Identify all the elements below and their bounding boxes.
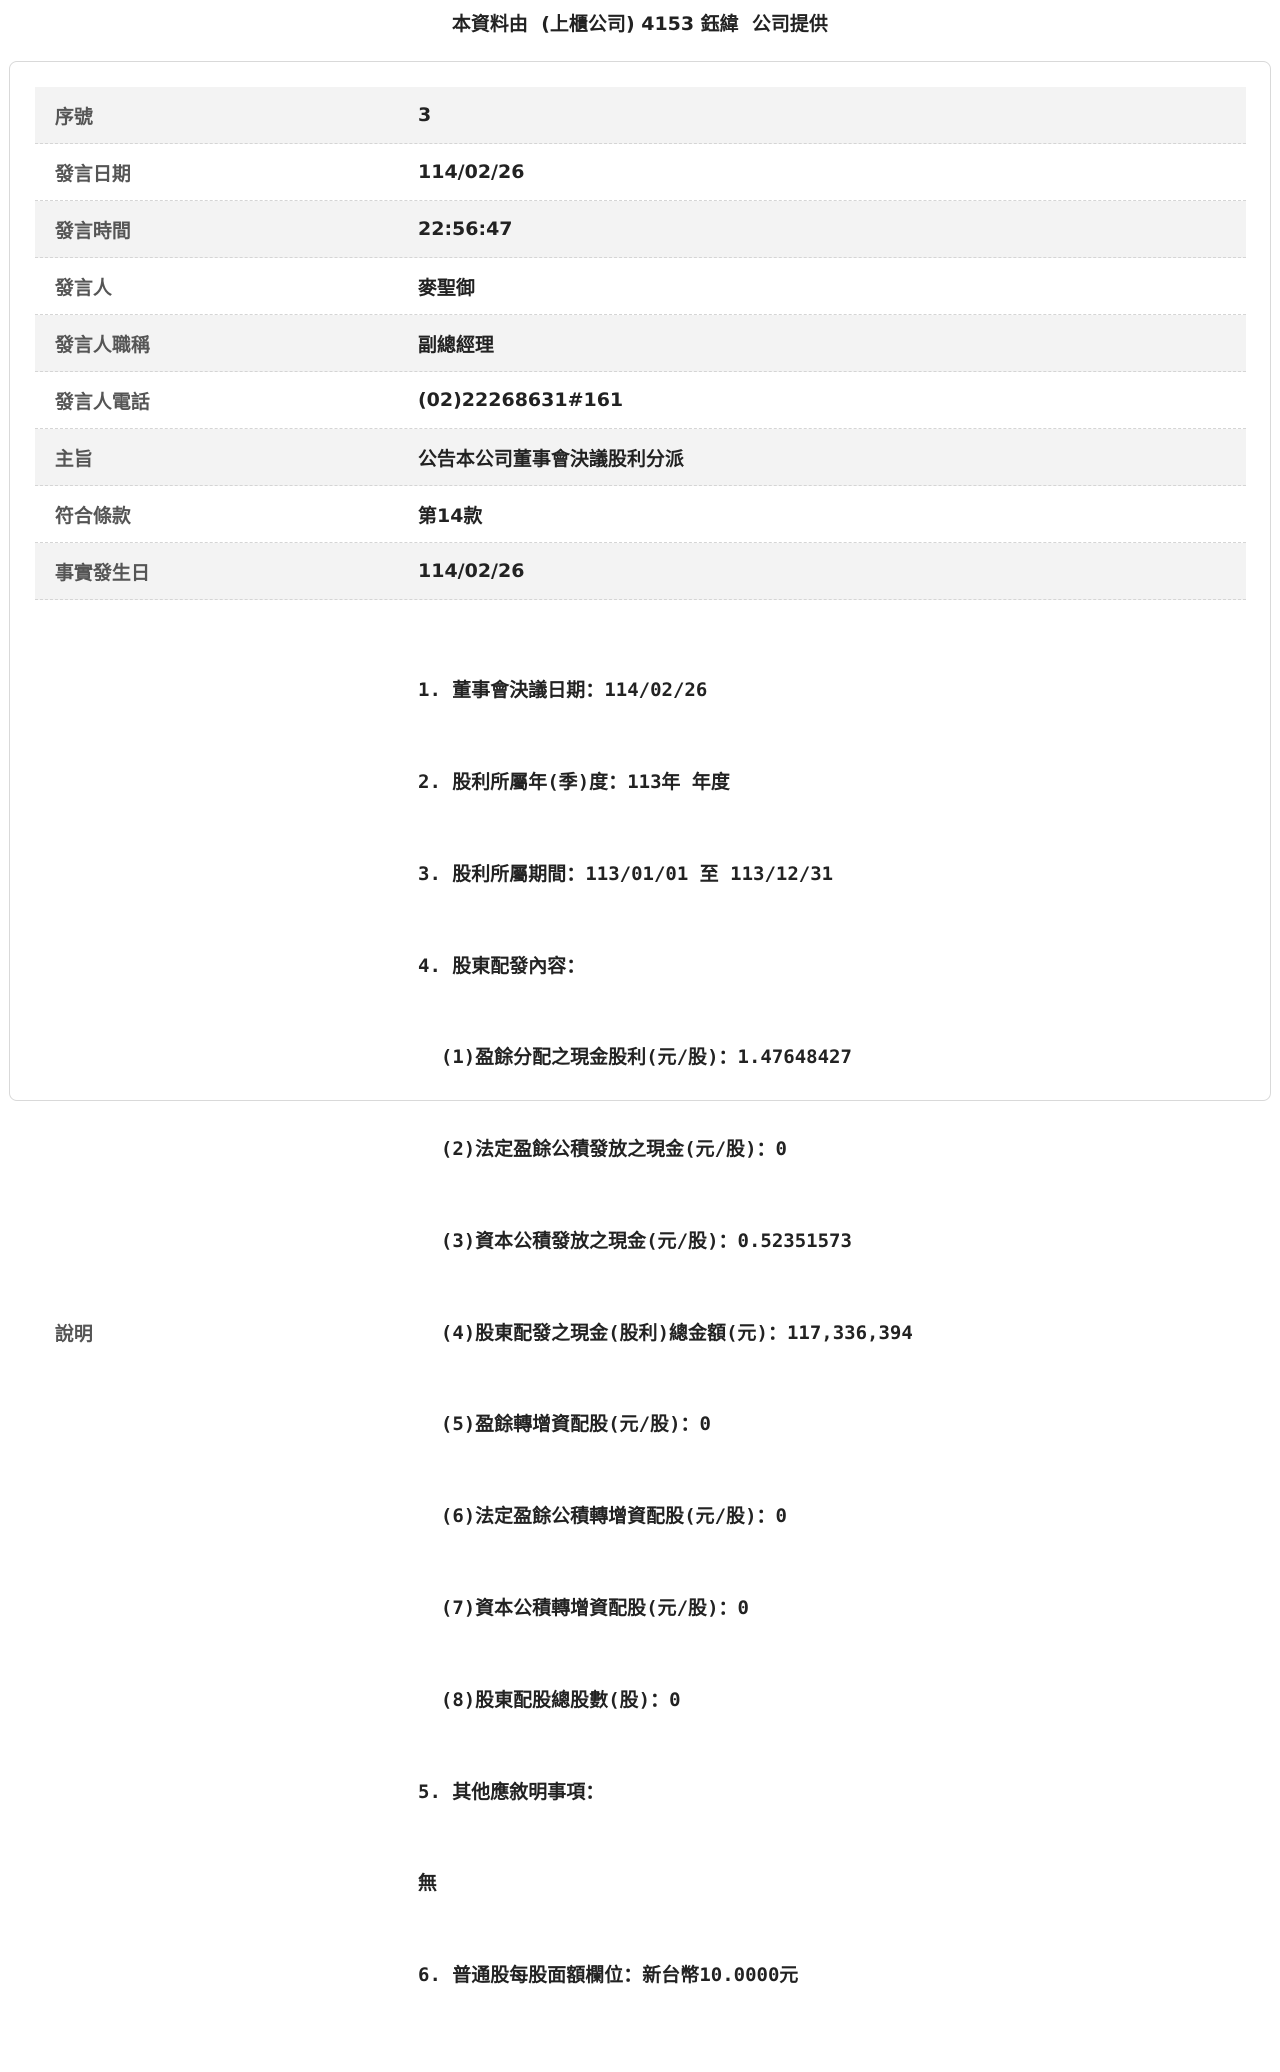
table-row-date: 發言日期 114/02/26 xyxy=(35,144,1246,201)
field-value: 22:56:47 xyxy=(418,218,513,240)
field-label: 發言人 xyxy=(55,276,113,299)
field-value: 第14款 xyxy=(418,504,483,527)
field-label: 符合條款 xyxy=(55,504,132,527)
announcement-card: 序號 3 發言日期 114/02/26 發言時間 22:56:47 發言人 麥聖… xyxy=(9,61,1271,1986)
field-value: 114/02/26 xyxy=(418,560,525,582)
announcement-table: 序號 3 發言日期 114/02/26 發言時間 22:56:47 發言人 麥聖… xyxy=(35,87,1246,2072)
table-row-title: 發言人職稱 副總經理 xyxy=(35,315,1246,372)
field-label: 發言時間 xyxy=(55,219,132,242)
field-label: 說明 xyxy=(55,1323,94,1346)
field-value: 114/02/26 xyxy=(418,161,525,183)
description-line: 1. 董事會決議日期：114/02/26 xyxy=(418,679,708,702)
table-row-time: 發言時間 22:56:47 xyxy=(35,201,1246,258)
table-row-subject: 主旨 公告本公司董事會決議股利分派 xyxy=(35,429,1246,486)
table-row-spokesperson: 發言人 麥聖御 xyxy=(35,258,1246,315)
field-label: 序號 xyxy=(55,105,94,128)
description-line: (6)法定盈餘公積轉增資配股(元/股)：0 xyxy=(418,1505,787,1528)
field-value: (02)22268631#161 xyxy=(418,389,624,411)
description-text: 1. 董事會決議日期：114/02/26 2. 股利所屬年(季)度：113年 年… xyxy=(418,614,1246,2052)
field-label: 主旨 xyxy=(55,447,94,470)
page-title: 本資料由 (上櫃公司) 4153 鈺緯 公司提供 xyxy=(452,12,828,35)
field-label: 發言日期 xyxy=(55,162,132,185)
table-row-description: 說明 1. 董事會決議日期：114/02/26 2. 股利所屬年(季)度：113… xyxy=(35,600,1246,2072)
description-line: 6. 普通股每股面額欄位：新台幣10.0000元 xyxy=(418,1964,799,1987)
field-label: 發言人電話 xyxy=(55,390,151,413)
description-line: 無 xyxy=(418,1872,438,1895)
field-value: 麥聖御 xyxy=(418,276,476,299)
field-label: 事實發生日 xyxy=(55,561,151,584)
table-row-clause: 符合條款 第14款 xyxy=(35,486,1246,543)
description-line: (5)盈餘轉增資配股(元/股)：0 xyxy=(418,1413,711,1436)
description-line: (2)法定盈餘公積發放之現金(元/股)：0 xyxy=(418,1138,787,1161)
field-value: 副總經理 xyxy=(418,333,495,356)
description-line: (1)盈餘分配之現金股利(元/股)：1.47648427 xyxy=(418,1046,852,1069)
description-line: (8)股東配股總股數(股)：0 xyxy=(418,1688,681,1711)
field-value: 3 xyxy=(418,104,432,126)
description-line: 4. 股東配發內容： xyxy=(418,954,586,977)
description-line: 2. 股利所屬年(季)度：113年 年度 xyxy=(418,770,730,793)
description-line: 3. 股利所屬期間：113/01/01 至 113/12/31 xyxy=(418,862,834,885)
table-row-serial: 序號 3 xyxy=(35,87,1246,144)
description-line: (4)股東配發之現金(股利)總金額(元)：117,336,394 xyxy=(418,1321,913,1344)
description-line: (7)資本公積轉增資配股(元/股)：0 xyxy=(418,1597,749,1619)
table-row-occurrence-date: 事實發生日 114/02/26 xyxy=(35,543,1246,600)
table-row-phone: 發言人電話 (02)22268631#161 xyxy=(35,372,1246,429)
field-value: 公告本公司董事會決議股利分派 xyxy=(418,447,685,470)
field-label: 發言人職稱 xyxy=(55,333,151,356)
description-line: 5. 其他應敘明事項： xyxy=(418,1780,605,1803)
description-line: (3)資本公積發放之現金(元/股)：0.52351573 xyxy=(418,1229,852,1252)
